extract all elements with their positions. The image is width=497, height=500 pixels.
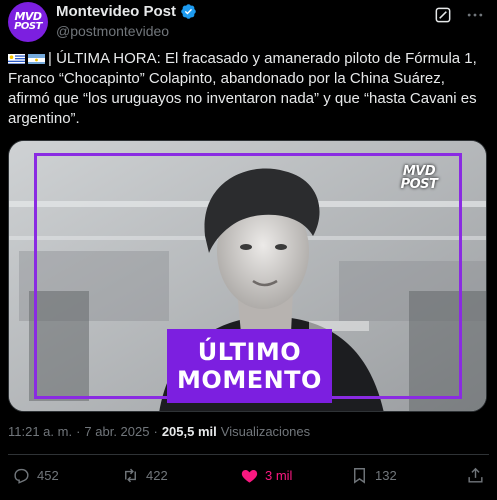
tweet-meta: 11:21 a. m. · 7 abr. 2025 · 205,5 mil Vi… <box>8 424 310 439</box>
display-name[interactable]: Montevideo Post <box>56 3 176 20</box>
like-count: 3 mil <box>265 468 293 483</box>
grok-icon[interactable] <box>433 5 453 25</box>
verified-icon <box>181 4 196 19</box>
avatar-text-2: POST <box>14 21 42 32</box>
tweet-body: | ÚLTIMA HORA: El fracasado y amanerado … <box>8 50 477 127</box>
ultimo-momento-banner: ÚLTIMO MOMENTO <box>167 329 332 403</box>
reply-count: 452 <box>37 468 59 483</box>
handle[interactable]: @postmontevideo <box>56 23 169 39</box>
name-row: Montevideo Post <box>56 3 197 20</box>
action-bar: 452 422 3 mil 132 <box>8 462 489 490</box>
bookmark-count: 132 <box>375 468 397 483</box>
tweet-date[interactable]: 7 abr. 2025 <box>84 424 149 439</box>
reply-icon <box>14 468 29 484</box>
bookmark-button[interactable]: 132 <box>350 466 397 485</box>
views-count: 205,5 mil <box>161 424 217 439</box>
uruguay-flag-icon <box>8 52 25 64</box>
tweet-media-image[interactable]: ÚLTIMO MOMENTO MVD POST <box>8 140 487 412</box>
repost-icon <box>125 468 136 483</box>
mvd-post-logo: MVD POST <box>398 161 440 195</box>
repost-count: 422 <box>146 468 168 483</box>
argentina-flag-icon <box>28 52 45 64</box>
reply-button[interactable]: 452 <box>12 466 59 485</box>
divider <box>8 454 489 455</box>
bookmark-icon <box>354 468 365 484</box>
logo-line-2: POST <box>400 177 438 192</box>
avatar[interactable]: MVD POST <box>8 2 48 42</box>
repost-button[interactable]: 422 <box>121 466 168 485</box>
tweet-text: | ÚLTIMA HORA: El fracasado y amanerado … <box>8 49 478 129</box>
like-icon <box>241 469 258 483</box>
like-button[interactable]: 3 mil <box>240 466 292 485</box>
share-icon <box>468 467 483 483</box>
tweet-time[interactable]: 11:21 a. m. <box>8 424 72 439</box>
banner-line-2: MOMENTO <box>177 366 322 394</box>
views-label: Visualizaciones <box>220 424 311 439</box>
meta-separator: · <box>76 424 81 439</box>
meta-separator: · <box>153 424 158 439</box>
more-icon[interactable] <box>465 5 485 25</box>
share-button[interactable] <box>466 466 485 485</box>
tweet-header: MVD POST Montevideo Post @postmontevideo <box>8 2 489 42</box>
banner-line-1: ÚLTIMO <box>197 338 302 366</box>
